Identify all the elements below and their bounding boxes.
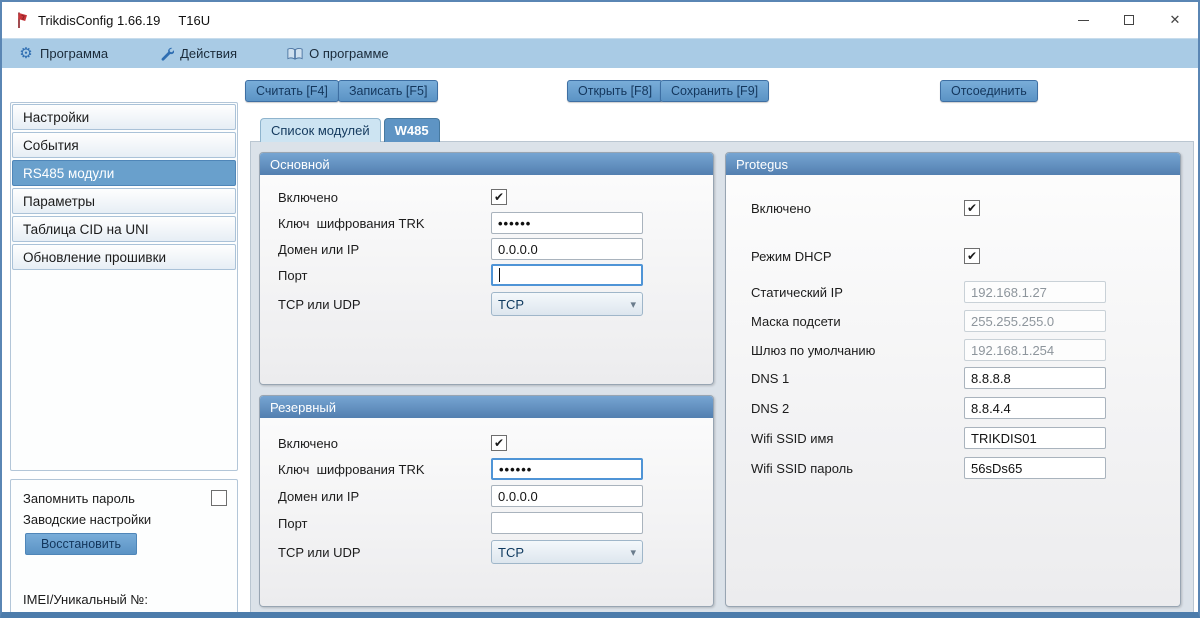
backup-protocol-label: TCP или UDP bbox=[278, 544, 361, 560]
menu-program-label: Программа bbox=[40, 46, 109, 61]
wrench-icon bbox=[158, 46, 174, 62]
backup-port-input[interactable] bbox=[491, 512, 643, 534]
group-primary: Основной Включено ✔ Ключ шифрования TRK … bbox=[259, 152, 714, 385]
backup-domain-input[interactable] bbox=[491, 485, 643, 507]
backup-enabled-label: Включено bbox=[278, 435, 338, 451]
menu-about-label: О программе bbox=[309, 46, 389, 61]
menu-actions[interactable]: Действия bbox=[154, 43, 241, 65]
backup-key-label: Ключ шифрования TRK bbox=[278, 461, 425, 477]
protegus-dhcp-label: Режим DHCP bbox=[751, 248, 832, 264]
protegus-enabled-checkbox[interactable]: ✔ bbox=[964, 200, 980, 216]
imei-label: IMEI/Уникальный №: bbox=[23, 592, 148, 607]
group-backup: Резервный Включено ✔ Ключ шифрования TRK… bbox=[259, 395, 714, 607]
group-primary-header: Основной bbox=[260, 153, 713, 175]
remember-password-label: Запомнить пароль bbox=[23, 490, 135, 506]
backup-enabled-checkbox[interactable]: ✔ bbox=[491, 435, 507, 451]
protegus-static-ip-input bbox=[964, 281, 1106, 303]
protegus-ssid-label: Wifi SSID имя bbox=[751, 430, 834, 446]
sidebar-item-firmware-update[interactable]: Обновление прошивки bbox=[12, 244, 236, 270]
primary-key-label: Ключ шифрования TRK bbox=[278, 215, 425, 231]
chevron-down-icon: ▾ bbox=[630, 298, 636, 311]
protegus-ssid-password-label: Wifi SSID пароль bbox=[751, 460, 854, 476]
menubar: ⚙ Программа Действия О программе bbox=[2, 38, 1198, 68]
restore-button[interactable]: Восстановить bbox=[25, 533, 137, 555]
backup-key-input[interactable] bbox=[491, 458, 643, 480]
book-icon bbox=[287, 46, 303, 62]
sidebar-item-rs485-modules[interactable]: RS485 модули bbox=[12, 160, 236, 186]
sidebar-item-settings[interactable]: Настройки bbox=[12, 104, 236, 130]
sidebar-bottom-panel: Запомнить пароль Заводские настройки Вос… bbox=[10, 479, 238, 612]
primary-protocol-label: TCP или UDP bbox=[278, 296, 361, 312]
chevron-down-icon: ▾ bbox=[630, 546, 636, 559]
disconnect-button[interactable]: Отсоединить bbox=[940, 80, 1038, 102]
window-title: TrikdisConfig 1.66.19 bbox=[38, 12, 161, 28]
remember-password-checkbox[interactable] bbox=[211, 490, 227, 506]
primary-domain-label: Домен или IP bbox=[278, 241, 360, 257]
primary-domain-input[interactable] bbox=[491, 238, 643, 260]
text-caret bbox=[499, 268, 500, 282]
sidebar-item-cid-table[interactable]: Таблица CID на UNI bbox=[12, 216, 236, 242]
protegus-ssid-input[interactable] bbox=[964, 427, 1106, 449]
primary-port-label: Порт bbox=[278, 267, 308, 283]
app-logo-icon bbox=[18, 12, 27, 28]
app-window: TrikdisConfig 1.66.19 T16U ✕ ⚙ Программа… bbox=[0, 0, 1200, 618]
sidebar-item-parameters[interactable]: Параметры bbox=[12, 188, 236, 214]
protegus-ssid-password-input[interactable] bbox=[964, 457, 1106, 479]
backup-domain-label: Домен или IP bbox=[278, 488, 360, 504]
protegus-gateway-label: Шлюз по умолчанию bbox=[751, 342, 876, 358]
sidebar-item-events[interactable]: События bbox=[12, 132, 236, 158]
save-button[interactable]: Сохранить [F9] bbox=[660, 80, 770, 102]
group-protegus: Protegus Включено ✔ Режим DHCP ✔ Статиче… bbox=[725, 152, 1181, 607]
primary-port-input[interactable] bbox=[491, 264, 643, 286]
group-backup-header: Резервный bbox=[260, 396, 713, 418]
sidebar: Настройки События RS485 модули Параметры… bbox=[10, 102, 238, 471]
protegus-subnet-input bbox=[964, 310, 1106, 332]
protegus-enabled-label: Включено bbox=[751, 200, 811, 216]
protegus-dns2-input[interactable] bbox=[964, 397, 1106, 419]
read-button[interactable]: Считать [F4] bbox=[245, 80, 339, 102]
write-button[interactable]: Записать [F5] bbox=[338, 80, 439, 102]
tab-module-list[interactable]: Список модулей bbox=[260, 118, 381, 142]
close-icon[interactable]: ✕ bbox=[1152, 2, 1198, 38]
primary-key-input[interactable] bbox=[491, 212, 643, 234]
open-button[interactable]: Открыть [F8] bbox=[567, 80, 664, 102]
titlebar: TrikdisConfig 1.66.19 T16U ✕ bbox=[2, 2, 1198, 38]
protegus-dns1-input[interactable] bbox=[964, 367, 1106, 389]
group-protegus-header: Protegus bbox=[726, 153, 1180, 175]
tab-w485[interactable]: W485 bbox=[383, 118, 440, 142]
protegus-dns1-label: DNS 1 bbox=[751, 370, 790, 386]
menu-program[interactable]: ⚙ Программа bbox=[14, 43, 112, 65]
backup-port-label: Порт bbox=[278, 515, 308, 531]
minimize-icon[interactable] bbox=[1060, 2, 1106, 38]
menu-about[interactable]: О программе bbox=[283, 43, 393, 65]
primary-enabled-checkbox[interactable]: ✔ bbox=[491, 189, 507, 205]
protegus-subnet-label: Маска подсети bbox=[751, 313, 841, 329]
tab-bar: Список модулей W485 bbox=[260, 118, 440, 142]
backup-protocol-select[interactable]: TCP ▾ bbox=[491, 540, 643, 564]
protegus-static-ip-label: Статический IP bbox=[751, 284, 843, 300]
menu-actions-label: Действия bbox=[180, 46, 238, 61]
protegus-dhcp-checkbox[interactable]: ✔ bbox=[964, 248, 980, 264]
factory-settings-label: Заводские настройки bbox=[23, 512, 152, 527]
primary-protocol-select[interactable]: TCP ▾ bbox=[491, 292, 643, 316]
maximize-icon[interactable] bbox=[1106, 2, 1152, 38]
protegus-gateway-input bbox=[964, 339, 1106, 361]
gear-icon: ⚙ bbox=[19, 44, 33, 62]
window-device: T16U bbox=[178, 12, 211, 28]
primary-enabled-label: Включено bbox=[278, 189, 338, 205]
protegus-dns2-label: DNS 2 bbox=[751, 400, 790, 416]
